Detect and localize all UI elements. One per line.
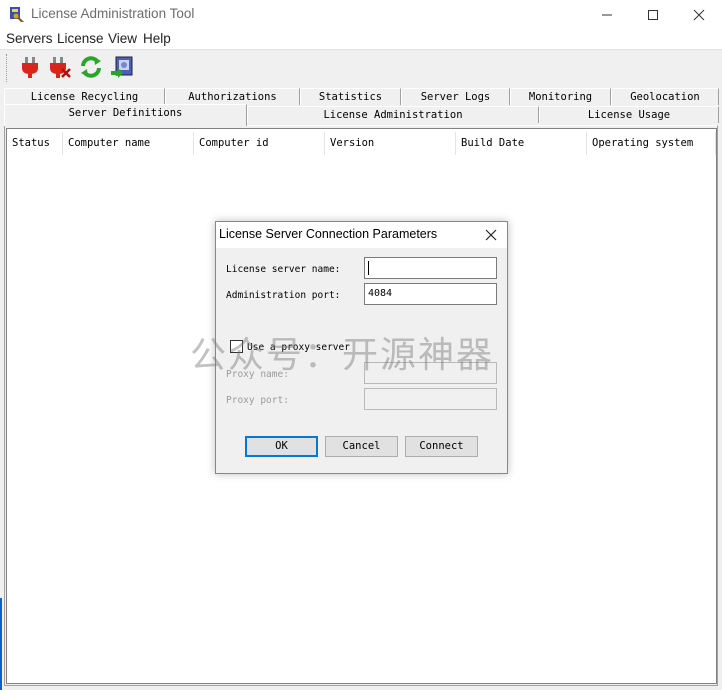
- export-toolbar-button[interactable]: [109, 54, 135, 80]
- tab-license-usage[interactable]: License Usage: [539, 106, 719, 123]
- admin-port-input[interactable]: 4084: [364, 283, 497, 305]
- menu-license[interactable]: License: [57, 31, 104, 46]
- menu-view[interactable]: View: [108, 31, 137, 46]
- tab-server-definitions[interactable]: Server Definitions: [4, 104, 247, 126]
- refresh-toolbar-button[interactable]: [78, 54, 104, 80]
- column-header-build-date[interactable]: Build Date: [456, 132, 587, 155]
- minimize-button[interactable]: [584, 0, 630, 30]
- plug-connect-icon: [22, 57, 38, 78]
- tab-server-logs[interactable]: Server Logs: [401, 88, 510, 105]
- server-export-icon: [111, 56, 133, 78]
- close-icon: [693, 9, 705, 21]
- minimize-icon: [602, 14, 612, 16]
- desktop-edge-strip: [0, 598, 2, 690]
- tab-authorizations[interactable]: Authorizations: [165, 88, 300, 105]
- dialog-title: License Server Connection Parameters: [219, 227, 438, 241]
- column-header-operating-system[interactable]: Operating system: [587, 132, 716, 155]
- dialog-close-button[interactable]: [480, 225, 502, 245]
- admin-port-label: Administration port:: [226, 290, 341, 301]
- toolbar: [0, 51, 722, 85]
- server-name-label: License server name:: [226, 264, 341, 275]
- toolbar-grip[interactable]: [6, 54, 8, 82]
- tab-license-recycling[interactable]: License Recycling: [4, 88, 165, 105]
- watermark-text: 公众号：开源神器: [190, 335, 495, 376]
- menu-servers[interactable]: Servers: [6, 31, 53, 46]
- menu-bar: Servers License View Help: [0, 30, 722, 50]
- column-header-computer-id[interactable]: Computer id: [194, 132, 325, 155]
- menu-help[interactable]: Help: [143, 31, 171, 46]
- maximize-button[interactable]: [630, 0, 676, 30]
- connect-toolbar-button[interactable]: [17, 54, 43, 80]
- tab-license-administration[interactable]: License Administration: [247, 106, 539, 123]
- column-header-computer-name[interactable]: Computer name: [63, 132, 194, 155]
- column-header-status[interactable]: Status: [7, 132, 63, 155]
- column-header-version[interactable]: Version: [325, 132, 456, 155]
- proxy-port-label: Proxy port:: [226, 395, 289, 406]
- window-title: License Administration Tool: [31, 6, 195, 21]
- cancel-button[interactable]: Cancel: [325, 436, 398, 457]
- disconnect-toolbar-button[interactable]: [47, 54, 73, 80]
- dialog-title-bar: License Server Connection Parameters: [216, 222, 507, 248]
- close-icon: [485, 229, 497, 241]
- text-caret: [368, 261, 369, 275]
- title-bar: License Administration Tool: [0, 0, 722, 30]
- refresh-icon: [81, 56, 101, 78]
- ok-button[interactable]: OK: [245, 436, 318, 457]
- proxy-port-input[interactable]: [364, 388, 497, 410]
- server-name-input[interactable]: [364, 257, 497, 279]
- plug-disconnect-icon: [50, 57, 71, 78]
- close-button[interactable]: [676, 0, 722, 30]
- connect-button[interactable]: Connect: [405, 436, 478, 457]
- tab-geolocation[interactable]: Geolocation: [611, 88, 719, 105]
- maximize-icon: [648, 10, 658, 20]
- tab-monitoring[interactable]: Monitoring: [510, 88, 611, 105]
- tab-statistics[interactable]: Statistics: [300, 88, 401, 105]
- license-tool-icon: [10, 7, 24, 22]
